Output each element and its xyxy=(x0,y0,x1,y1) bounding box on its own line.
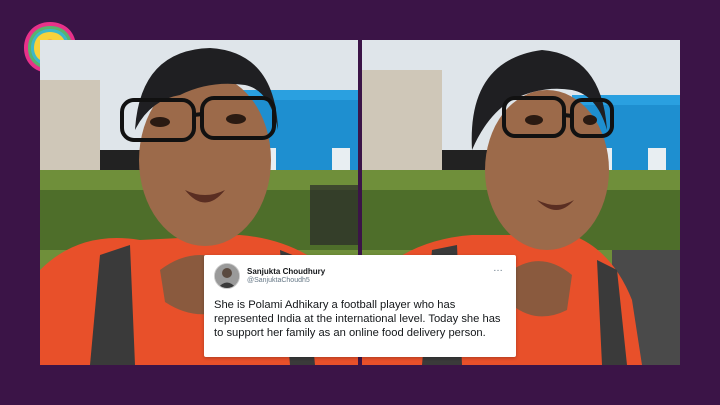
more-options-icon[interactable]: … xyxy=(493,263,504,274)
tweet-card: Sanjukta Choudhury @SanjuktaChoudh5 … Sh… xyxy=(204,255,516,357)
tweet-handle[interactable]: @SanjuktaChoudh5 xyxy=(247,277,325,285)
user-avatar-icon xyxy=(215,264,239,288)
tweet-display-name[interactable]: Sanjukta Choudhury xyxy=(247,267,325,276)
tweet-text: She is Polami Adhikary a football player… xyxy=(214,299,501,339)
avatar[interactable] xyxy=(214,263,240,289)
tweet-header: Sanjukta Choudhury @SanjuktaChoudh5 … xyxy=(214,263,506,289)
